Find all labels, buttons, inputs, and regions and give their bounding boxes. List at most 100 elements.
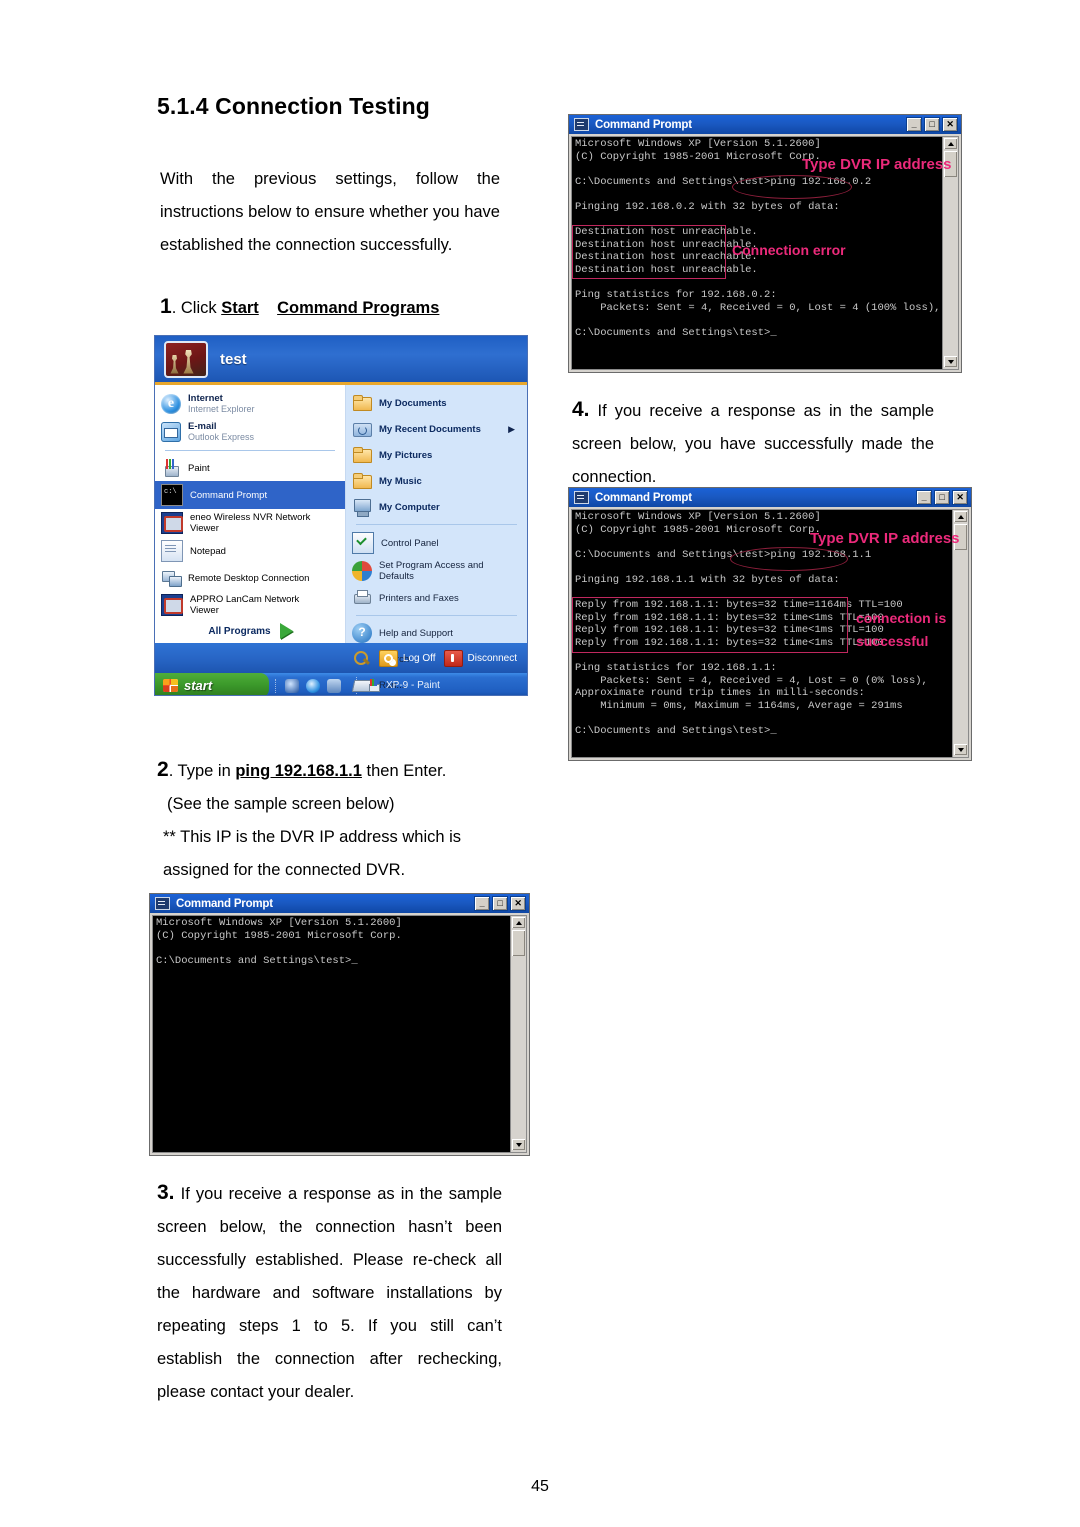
command-prompt-window-success[interactable]: Command Prompt _ □ ✕ Microsoft Windows X… (568, 487, 972, 761)
step-2-line-2: (See the sample screen below) (167, 795, 395, 813)
scroll-up-icon[interactable] (944, 138, 957, 149)
notepad-icon (161, 540, 183, 562)
close-button[interactable]: ✕ (510, 896, 526, 911)
menu-divider-right-1 (356, 524, 517, 525)
manual-page: 5.1.4 Connection Testing With the previo… (0, 0, 1080, 1527)
scroll-thumb[interactable] (512, 930, 525, 956)
cmd-failed-console[interactable]: Microsoft Windows XP [Version 5.1.2600] … (571, 136, 959, 370)
start-menu-header: test (155, 336, 527, 385)
menu-item-printers-faxes-label: Printers and Faxes (379, 592, 459, 604)
command-prompt-window-failed[interactable]: Command Prompt _ □ ✕ Microsoft Windows X… (568, 114, 962, 373)
menu-item-control-panel[interactable]: Control Panel (346, 529, 527, 557)
menu-item-my-recent-documents-label: My Recent Documents (379, 423, 481, 435)
step-1-line: 1. Click Start Command Programs (160, 294, 520, 321)
cmd-failed-window-buttons: _ □ ✕ (906, 117, 961, 132)
cmd-success-scrollbar[interactable] (952, 510, 968, 757)
scroll-down-icon[interactable] (944, 356, 957, 367)
set-program-access-icon (352, 561, 372, 581)
cmd-blank-scrollbar[interactable] (510, 916, 526, 1152)
menu-item-my-pictures[interactable]: My Pictures (346, 442, 527, 468)
step-1-command-programs-link[interactable]: Command Programs (277, 299, 439, 317)
folder-music-icon (352, 471, 372, 491)
annotation-type-dvr-ip: Type DVR IP address (802, 156, 952, 173)
scroll-down-icon[interactable] (954, 744, 967, 755)
annotation-connection-successful-line1: connection is (856, 610, 947, 626)
menu-item-remote-desktop-title: Remote Desktop Connection (188, 572, 310, 584)
close-button[interactable]: ✕ (942, 117, 958, 132)
cmd-success-console[interactable]: Microsoft Windows XP [Version 5.1.2600] … (571, 509, 969, 758)
step-2-prefix: . Type in (168, 762, 236, 780)
page-number: 45 (531, 1478, 549, 1495)
search-icon (352, 649, 372, 669)
minimize-button[interactable]: _ (906, 117, 922, 132)
menu-item-internet-subtitle: Internet Explorer (188, 404, 255, 414)
menu-item-appro-lancam-title: APPRO LanCam Network Viewer (190, 594, 300, 616)
command-prompt-icon (161, 484, 183, 506)
start-menu-screenshot[interactable]: test Internet Internet Explorer E-mail O… (155, 336, 527, 695)
menu-item-help-support[interactable]: Help and Support (346, 620, 527, 646)
menu-item-my-computer-label: My Computer (379, 501, 440, 513)
menu-item-set-program-access[interactable]: Set Program Access and Defaults (346, 557, 527, 585)
maximize-button[interactable]: □ (492, 896, 508, 911)
annotation-connection-successful-line2: successful (856, 633, 929, 649)
annotation-ellipse-ip (730, 547, 848, 571)
paint-task-icon (367, 679, 380, 692)
menu-item-appro-lancam[interactable]: APPRO LanCam Network Viewer (155, 591, 345, 619)
menu-item-internet[interactable]: Internet Internet Explorer (155, 390, 345, 418)
scroll-up-icon[interactable] (512, 917, 525, 928)
cmd-blank-console[interactable]: Microsoft Windows XP [Version 5.1.2600] … (152, 915, 527, 1153)
step-1-number: 1 (160, 295, 172, 318)
menu-item-notepad-title: Notepad (190, 545, 226, 557)
taskbar-task-paint[interactable]: XP-9 - Paint (356, 677, 450, 694)
menu-item-my-computer[interactable]: My Computer (346, 494, 527, 520)
all-programs-label: All Programs (208, 625, 271, 637)
menu-item-email[interactable]: E-mail Outlook Express (155, 418, 345, 446)
close-button[interactable]: ✕ (952, 490, 968, 505)
log-off-button[interactable]: Log Off (378, 649, 436, 667)
menu-item-my-recent-documents[interactable]: My Recent Documents ▶ (346, 416, 527, 442)
disconnect-icon (443, 649, 463, 667)
menu-item-email-title: E-mail (188, 421, 217, 432)
menu-item-notepad[interactable]: Notepad (155, 537, 345, 565)
command-prompt-window-blank[interactable]: Command Prompt _ □ ✕ Microsoft Windows X… (149, 893, 530, 1156)
step-2-suffix: then Enter. (361, 762, 447, 780)
menu-item-my-music-label: My Music (379, 475, 422, 487)
intro-paragraph: With the previous settings, follow the i… (160, 170, 500, 254)
folder-documents-icon (352, 393, 372, 413)
menu-item-eneo-nvr-title: eneo Wireless NVR Network Viewer (190, 512, 311, 534)
user-name: test (220, 350, 247, 368)
all-programs-button[interactable]: All Programs (155, 623, 346, 639)
step-1-start-link[interactable]: Start (221, 299, 259, 317)
minimize-button[interactable]: _ (474, 896, 490, 911)
start-menu-right-column: My Documents My Recent Documents ▶ My Pi… (346, 385, 527, 691)
minimize-button[interactable]: _ (916, 490, 932, 505)
recent-documents-icon (352, 419, 372, 439)
cmd-success-title: Command Prompt (595, 491, 692, 504)
menu-item-my-music[interactable]: My Music (346, 468, 527, 494)
command-prompt-window-icon (574, 118, 589, 131)
menu-item-printers-faxes[interactable]: Printers and Faxes (346, 585, 527, 611)
annotation-type-dvr-ip: Type DVR IP address (810, 530, 960, 547)
windows-flag-icon (163, 679, 178, 692)
menu-item-remote-desktop[interactable]: Remote Desktop Connection (155, 565, 345, 591)
quick-launch-ie-icon[interactable] (306, 678, 320, 693)
quick-launch-media-icon[interactable] (285, 678, 299, 693)
menu-item-paint[interactable]: Paint (155, 455, 345, 481)
maximize-button[interactable]: □ (934, 490, 950, 505)
command-prompt-window-icon (155, 897, 170, 910)
outlook-express-icon (161, 422, 181, 442)
scroll-down-icon[interactable] (512, 1139, 525, 1150)
cmd-blank-output: Microsoft Windows XP [Version 5.1.2600] … (156, 917, 402, 967)
scroll-up-icon[interactable] (954, 511, 967, 522)
menu-item-command-prompt-title: Command Prompt (190, 489, 268, 501)
step-3-text: If you receive a response as in the samp… (157, 1185, 502, 1401)
appro-lancam-icon (161, 594, 183, 616)
menu-item-my-documents[interactable]: My Documents (346, 390, 527, 416)
menu-divider (165, 450, 335, 451)
disconnect-button[interactable]: Disconnect (443, 649, 517, 667)
maximize-button[interactable]: □ (924, 117, 940, 132)
menu-item-command-prompt[interactable]: Command Prompt (155, 481, 345, 509)
start-button[interactable]: start (155, 673, 269, 695)
quick-launch-desktop-icon[interactable] (327, 678, 341, 693)
menu-item-eneo-nvr[interactable]: eneo Wireless NVR Network Viewer (155, 509, 345, 537)
